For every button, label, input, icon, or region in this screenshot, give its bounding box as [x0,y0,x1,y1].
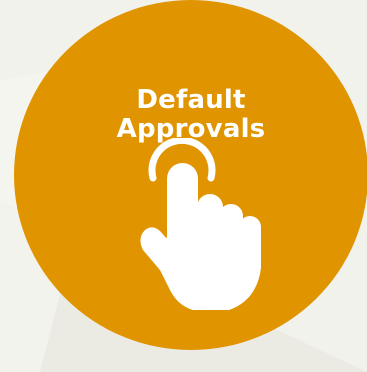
tap-hand-icon [140,138,261,310]
approvals-tile-canvas: Default Approvals [0,0,367,372]
tile-title-line1: Default [136,85,246,115]
